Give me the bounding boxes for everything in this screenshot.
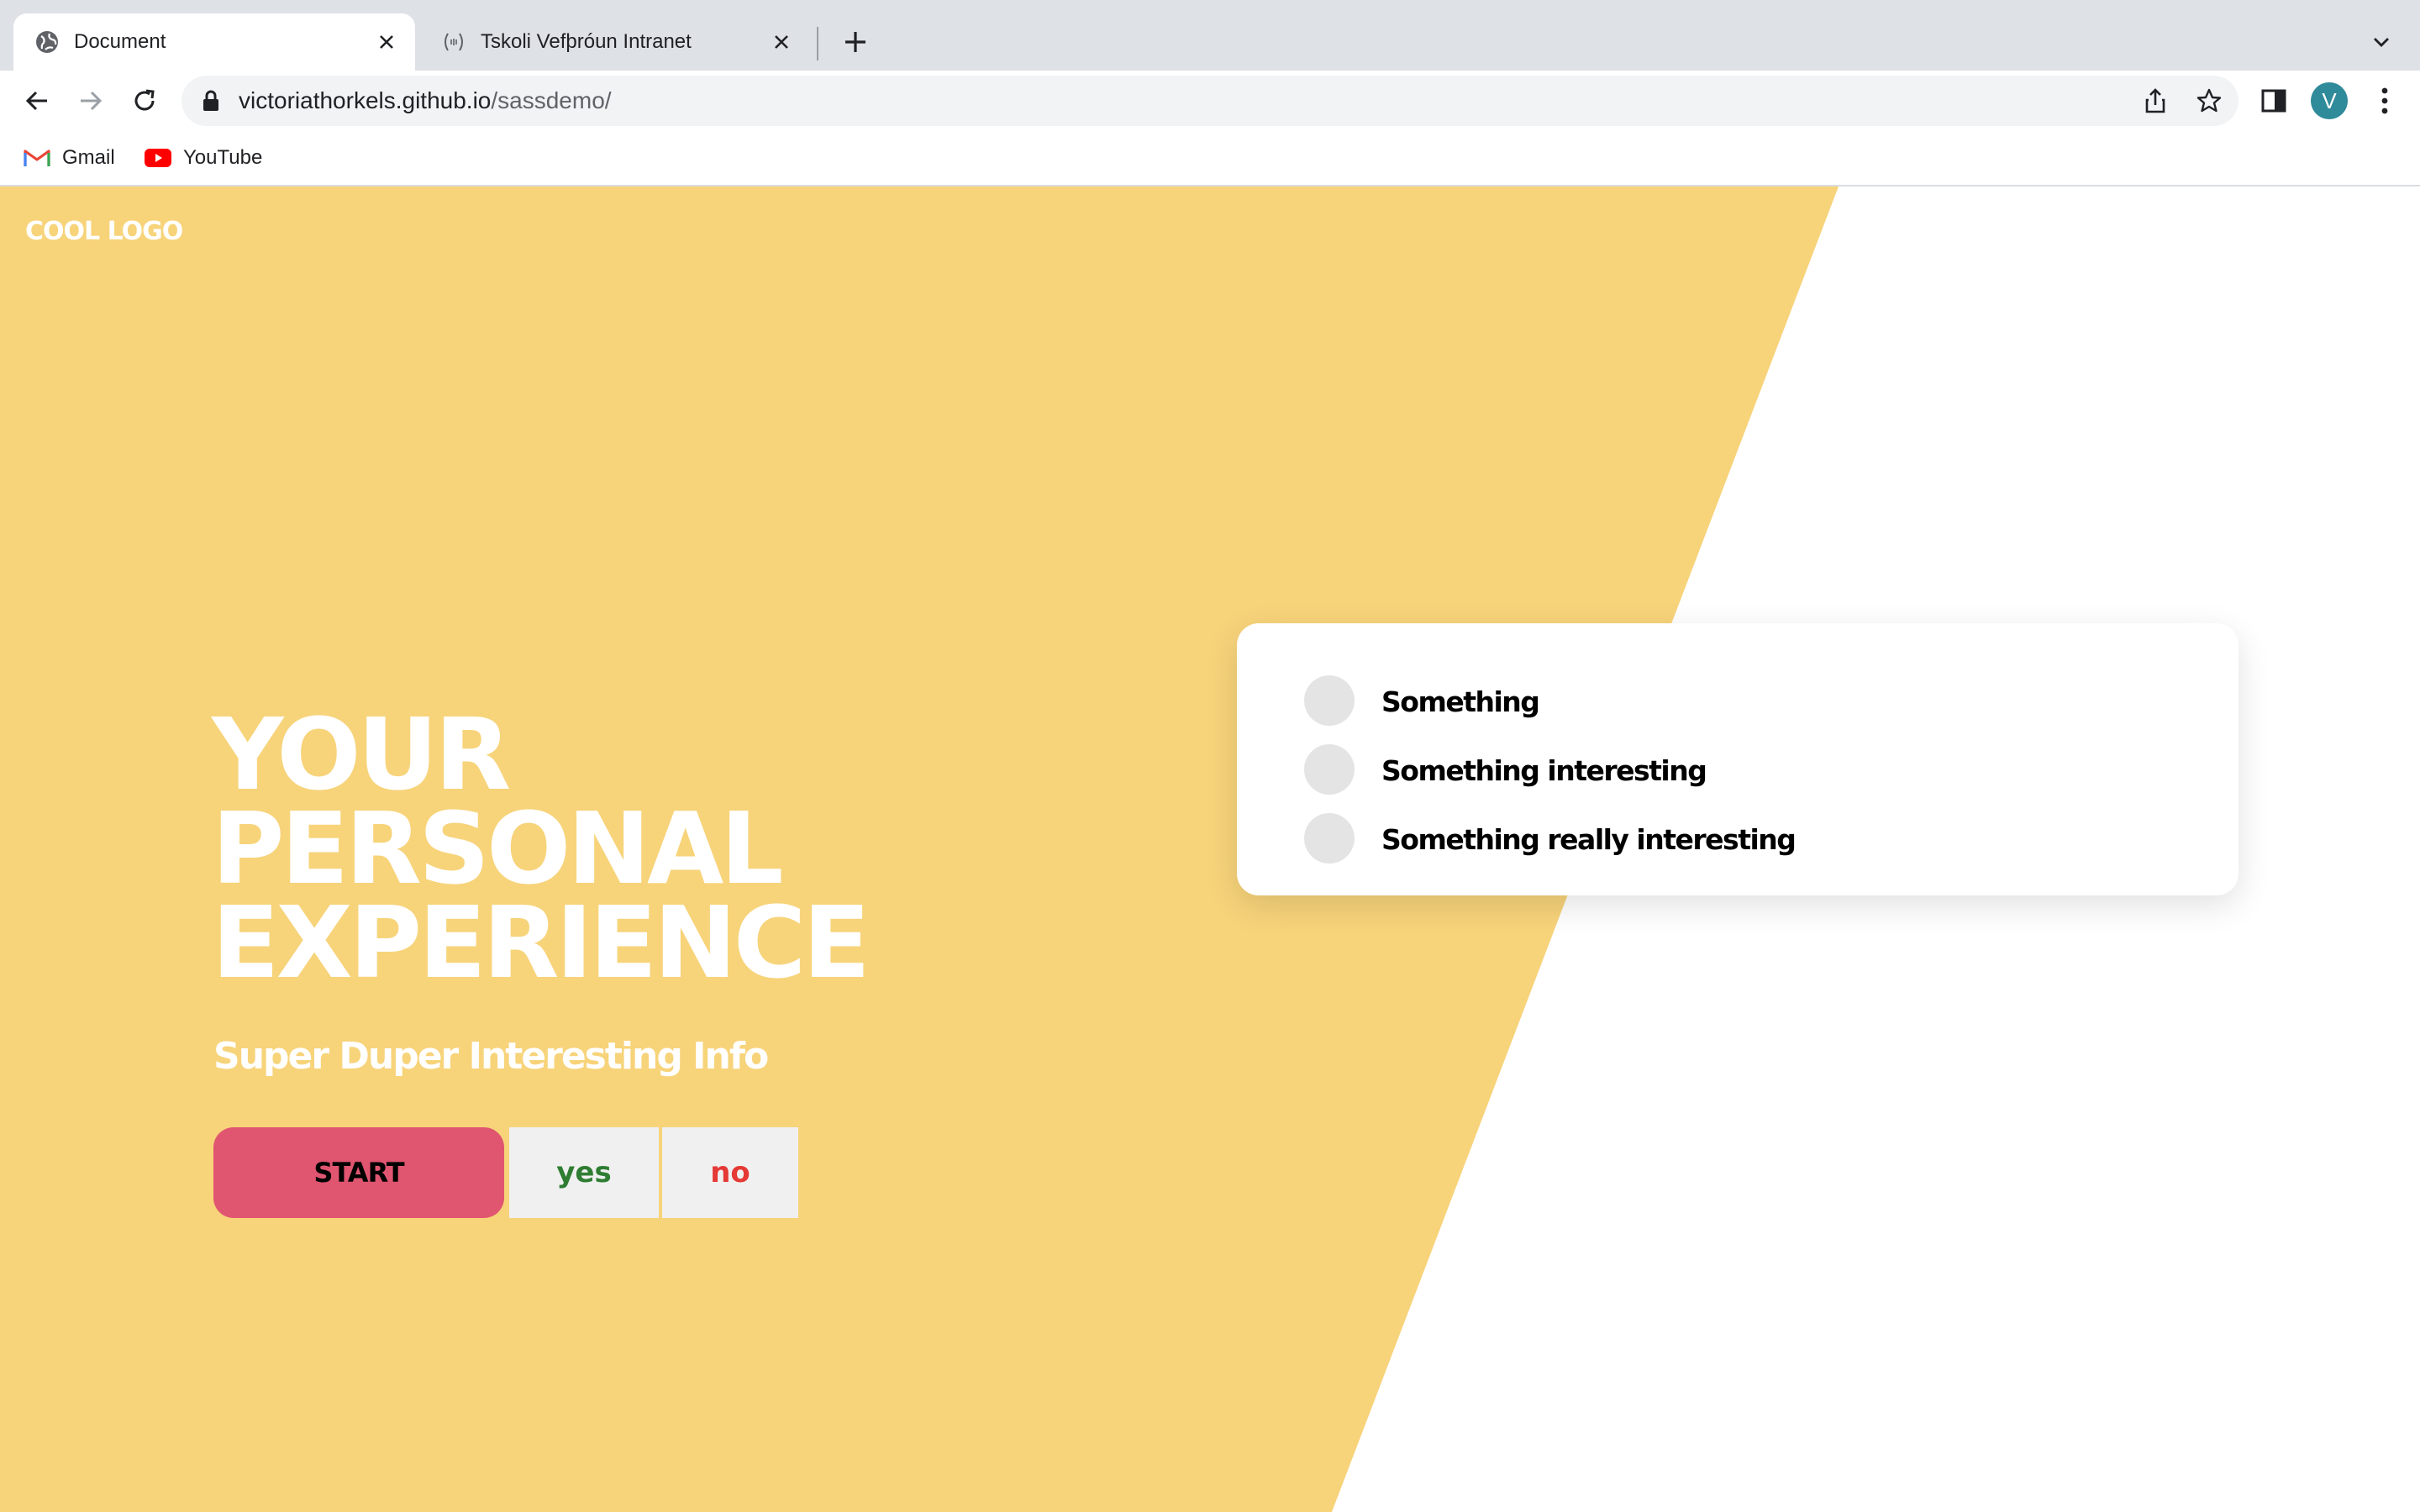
bookmark-star-icon[interactable] [2195, 87, 2223, 115]
code-brackets-icon [445, 33, 463, 51]
bullet-circle-icon [1304, 675, 1355, 726]
address-bar[interactable]: victoriathorkels.github.io/sassdemo/ [182, 76, 2238, 126]
bookmark-label: YouTube [183, 146, 263, 169]
gmail-icon [24, 150, 50, 166]
tab-separator [817, 27, 818, 60]
hero-subtitle: Super Duper Interesting Info [213, 1035, 769, 1078]
more-menu-icon[interactable] [2370, 84, 2400, 118]
url-path: /sassdemo/ [491, 87, 612, 113]
feature-card: Something Something interesting Somethin… [1237, 623, 2238, 895]
tab-strip: Document Tskoli Vefþróun Intranet [0, 0, 2420, 71]
yes-button[interactable]: yes [509, 1127, 659, 1218]
share-icon[interactable] [2141, 87, 2170, 115]
url-text[interactable]: victoriathorkels.github.io/sassdemo/ [239, 87, 612, 114]
close-icon[interactable] [373, 29, 400, 55]
hero-line: YOUR [212, 696, 511, 812]
hero-line: EXPERIENCE [212, 885, 871, 1000]
bullet-circle-icon [1304, 744, 1355, 795]
bookmarks-bar: Gmail YouTube [0, 131, 2420, 186]
lock-icon[interactable] [200, 89, 222, 113]
hero-line: PERSONAL [212, 790, 784, 906]
tab-tskoli-intranet[interactable]: Tskoli Vefþróun Intranet [420, 13, 810, 71]
profile-avatar[interactable]: V [2311, 82, 2348, 119]
hero-title: YOUR PERSONAL EXPERIENCE [212, 696, 871, 1000]
web-page: COOL LOGO YOUR PERSONAL EXPERIENCE Super… [0, 186, 2420, 1512]
close-icon[interactable] [768, 29, 795, 55]
bookmark-youtube[interactable]: YouTube [145, 143, 262, 173]
new-tab-plus-icon[interactable] [839, 25, 872, 59]
side-panel-icon[interactable] [2259, 86, 2289, 116]
youtube-icon [145, 149, 171, 167]
reload-icon[interactable] [129, 86, 160, 116]
tab-title: Tskoli Vefþróun Intranet [481, 30, 692, 53]
no-button[interactable]: no [662, 1127, 798, 1218]
chevron-down-icon[interactable] [2368, 29, 2395, 55]
list-item-label: Something interesting [1381, 754, 1707, 787]
bookmark-gmail[interactable]: Gmail [24, 143, 115, 173]
site-logo[interactable]: COOL LOGO [25, 217, 183, 246]
tab-document[interactable]: Document [13, 13, 415, 71]
forward-arrow-icon[interactable] [76, 86, 106, 116]
list-item-label: Something [1381, 685, 1540, 718]
globe-icon [36, 31, 58, 53]
browser-toolbar: victoriathorkels.github.io/sassdemo/ V [0, 71, 2420, 131]
bookmark-label: Gmail [62, 146, 115, 169]
bullet-circle-icon [1304, 813, 1355, 864]
start-button[interactable]: START [213, 1127, 504, 1218]
list-item-label: Something really interesting [1381, 823, 1797, 856]
tab-title: Document [74, 30, 166, 53]
url-host: victoriathorkels.github.io [239, 87, 492, 113]
back-arrow-icon[interactable] [22, 86, 52, 116]
